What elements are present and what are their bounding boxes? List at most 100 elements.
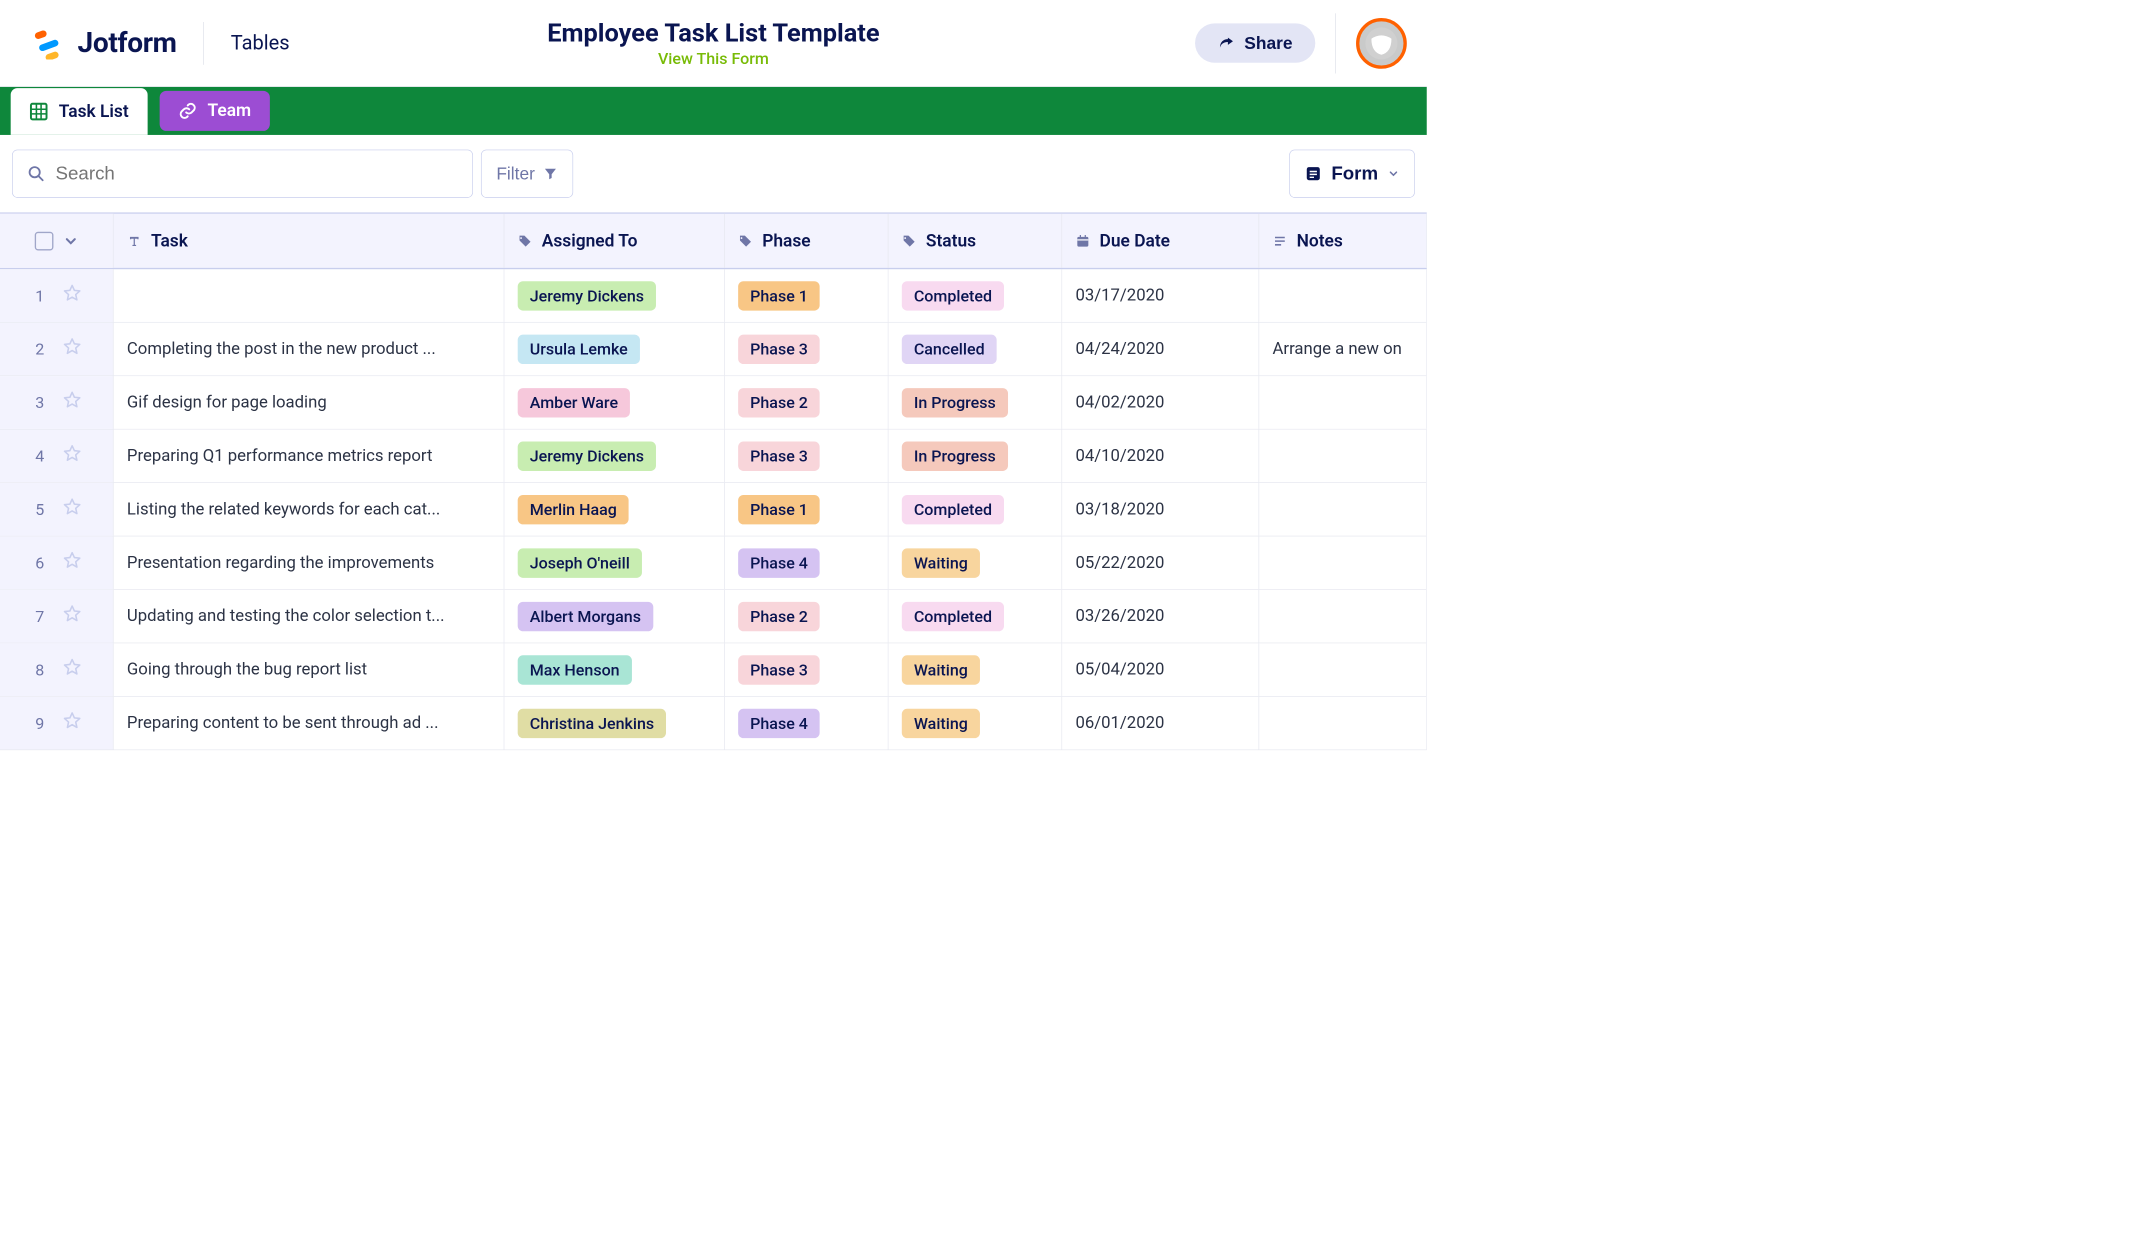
cell-notes[interactable] <box>1259 269 1427 322</box>
cell-status[interactable]: In Progress <box>888 430 1062 483</box>
cell-status[interactable]: In Progress <box>888 376 1062 429</box>
select-all-checkbox[interactable] <box>34 231 53 250</box>
cell-due[interactable]: 04/10/2020 <box>1062 430 1259 483</box>
share-button[interactable]: Share <box>1195 23 1315 62</box>
cell-due[interactable]: 06/01/2020 <box>1062 697 1259 750</box>
chevron-down-icon[interactable] <box>62 233 78 249</box>
cell-task[interactable]: Updating and testing the color selection… <box>114 590 505 643</box>
cell-assigned[interactable]: Merlin Haag <box>504 483 724 536</box>
header-status[interactable]: Status <box>888 214 1062 268</box>
status-tag: Waiting <box>902 548 980 577</box>
star-icon[interactable] <box>62 390 81 414</box>
cell-notes[interactable] <box>1259 643 1427 696</box>
cell-assigned[interactable]: Max Henson <box>504 643 724 696</box>
cell-phase[interactable]: Phase 2 <box>725 590 889 643</box>
cell-phase[interactable]: Phase 3 <box>725 643 889 696</box>
header-notes[interactable]: Notes <box>1259 214 1427 268</box>
star-icon[interactable] <box>62 337 81 361</box>
search-box[interactable] <box>12 150 473 198</box>
table-row[interactable]: 5 Listing the related keywords for each … <box>0 483 1427 536</box>
header-phase[interactable]: Phase <box>725 214 889 268</box>
cell-assigned[interactable]: Amber Ware <box>504 376 724 429</box>
header-assigned[interactable]: Assigned To <box>504 214 724 268</box>
cell-notes[interactable] <box>1259 430 1427 483</box>
filter-button[interactable]: Filter <box>481 150 573 198</box>
cell-due[interactable]: 04/02/2020 <box>1062 376 1259 429</box>
cell-assigned[interactable]: Albert Morgans <box>504 590 724 643</box>
cell-task[interactable] <box>114 269 505 322</box>
tab-task-list[interactable]: Task List <box>11 88 148 135</box>
cell-phase[interactable]: Phase 4 <box>725 697 889 750</box>
cell-due[interactable]: 05/04/2020 <box>1062 643 1259 696</box>
star-icon[interactable] <box>62 551 81 575</box>
cell-task[interactable]: Completing the post in the new product .… <box>114 323 505 376</box>
search-input[interactable] <box>56 163 458 184</box>
phase-tag: Phase 4 <box>738 548 820 577</box>
table-row[interactable]: 1 Jeremy Dickens Phase 1 Completed 03/17… <box>0 269 1427 322</box>
tab-team[interactable]: Team <box>159 91 269 131</box>
cell-task[interactable]: Going through the bug report list <box>114 643 505 696</box>
status-tag: Completed <box>902 602 1004 631</box>
header: Jotform Tables Employee Task List Templa… <box>0 0 1427 87</box>
cell-status[interactable]: Waiting <box>888 536 1062 589</box>
row-select: 4 <box>0 430 114 483</box>
star-icon[interactable] <box>62 604 81 628</box>
form-dropdown[interactable]: Form <box>1289 150 1415 198</box>
row-select: 7 <box>0 590 114 643</box>
cell-assigned[interactable]: Christina Jenkins <box>504 697 724 750</box>
cell-notes[interactable] <box>1259 590 1427 643</box>
cell-notes[interactable] <box>1259 536 1427 589</box>
cell-notes[interactable] <box>1259 483 1427 536</box>
cell-assigned[interactable]: Ursula Lemke <box>504 323 724 376</box>
header-due[interactable]: Due Date <box>1062 214 1259 268</box>
cell-due[interactable]: 03/17/2020 <box>1062 269 1259 322</box>
cell-assigned[interactable]: Joseph O'neill <box>504 536 724 589</box>
cell-phase[interactable]: Phase 3 <box>725 323 889 376</box>
avatar[interactable] <box>1356 18 1407 69</box>
cell-due[interactable]: 03/18/2020 <box>1062 483 1259 536</box>
cell-notes[interactable] <box>1259 697 1427 750</box>
cell-task[interactable]: Presentation regarding the improvements <box>114 536 505 589</box>
table-row[interactable]: 4 Preparing Q1 performance metrics repor… <box>0 430 1427 483</box>
tables-link[interactable]: Tables <box>231 31 290 54</box>
cell-status[interactable]: Completed <box>888 269 1062 322</box>
cell-task[interactable]: Preparing content to be sent through ad … <box>114 697 505 750</box>
cell-status[interactable]: Completed <box>888 483 1062 536</box>
table-row[interactable]: 3 Gif design for page loading Amber Ware… <box>0 376 1427 429</box>
tag-icon <box>518 233 533 248</box>
header-task[interactable]: Task <box>114 214 505 268</box>
star-icon[interactable] <box>62 497 81 521</box>
table-row[interactable]: 6 Presentation regarding the improvement… <box>0 536 1427 589</box>
cell-due[interactable]: 03/26/2020 <box>1062 590 1259 643</box>
table-row[interactable]: 7 Updating and testing the color selecti… <box>0 590 1427 643</box>
star-icon[interactable] <box>62 711 81 735</box>
cell-assigned[interactable]: Jeremy Dickens <box>504 430 724 483</box>
cell-phase[interactable]: Phase 2 <box>725 376 889 429</box>
table-row[interactable]: 9 Preparing content to be sent through a… <box>0 697 1427 750</box>
cell-notes[interactable]: Arrange a new on <box>1259 323 1427 376</box>
cell-task[interactable]: Preparing Q1 performance metrics report <box>114 430 505 483</box>
view-form-link[interactable]: View This Form <box>547 49 879 68</box>
cell-phase[interactable]: Phase 1 <box>725 483 889 536</box>
cell-status[interactable]: Waiting <box>888 697 1062 750</box>
table-row[interactable]: 8 Going through the bug report list Max … <box>0 643 1427 696</box>
star-icon[interactable] <box>62 658 81 682</box>
cell-due[interactable]: 05/22/2020 <box>1062 536 1259 589</box>
star-icon[interactable] <box>62 284 81 308</box>
star-icon[interactable] <box>62 444 81 468</box>
form-icon <box>1305 165 1322 182</box>
cell-phase[interactable]: Phase 1 <box>725 269 889 322</box>
cell-phase[interactable]: Phase 3 <box>725 430 889 483</box>
brand[interactable]: Jotform <box>33 27 176 60</box>
cell-due[interactable]: 04/24/2020 <box>1062 323 1259 376</box>
table-row[interactable]: 2 Completing the post in the new product… <box>0 323 1427 376</box>
cell-status[interactable]: Cancelled <box>888 323 1062 376</box>
cell-status[interactable]: Completed <box>888 590 1062 643</box>
cell-assigned[interactable]: Jeremy Dickens <box>504 269 724 322</box>
cell-status[interactable]: Waiting <box>888 643 1062 696</box>
cell-notes[interactable] <box>1259 376 1427 429</box>
tab-label: Team <box>207 101 251 121</box>
cell-phase[interactable]: Phase 4 <box>725 536 889 589</box>
cell-task[interactable]: Listing the related keywords for each ca… <box>114 483 505 536</box>
cell-task[interactable]: Gif design for page loading <box>114 376 505 429</box>
